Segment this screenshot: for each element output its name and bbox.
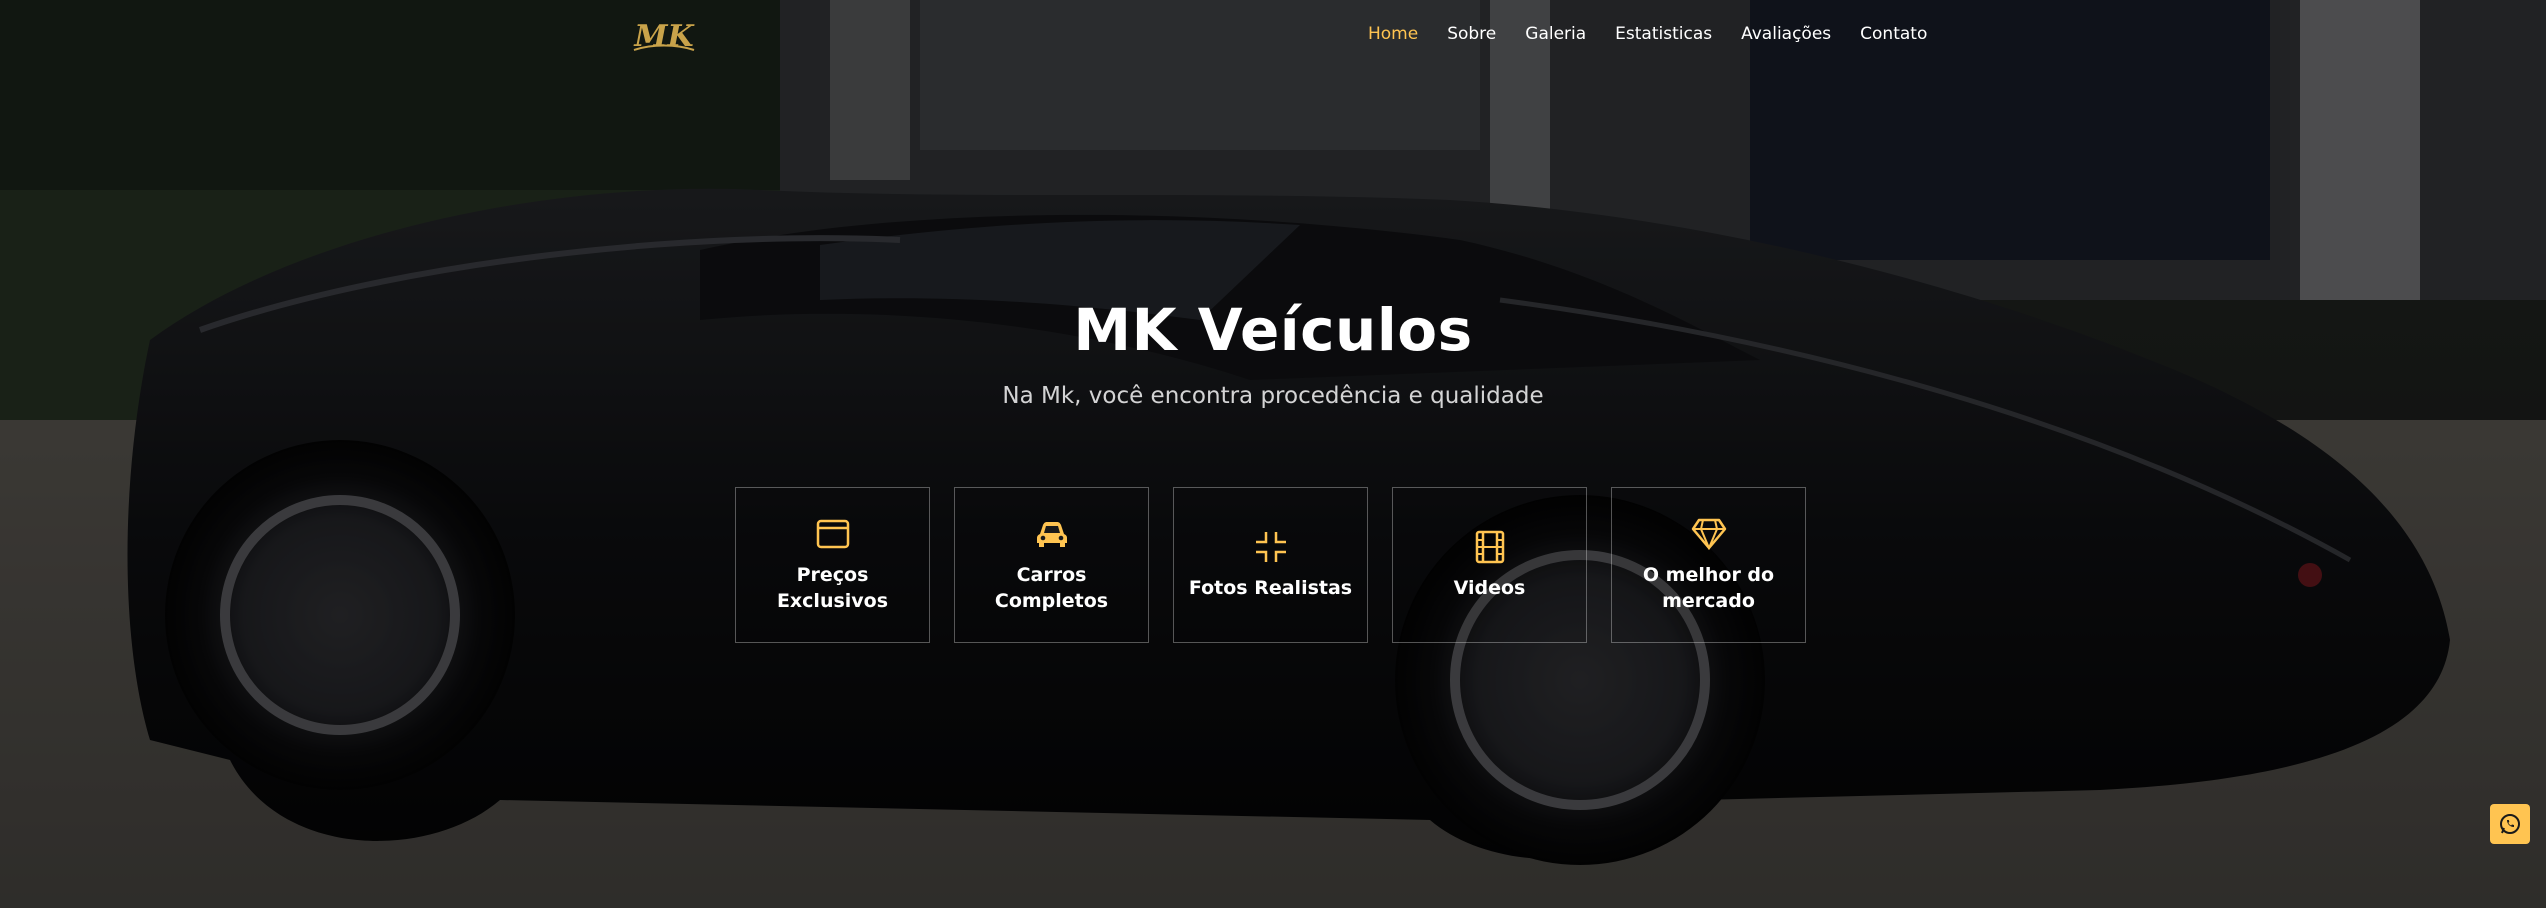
whatsapp-icon: [2500, 814, 2520, 834]
feature-box-carros[interactable]: Carros Completos: [954, 487, 1149, 643]
hero-subtitle: Na Mk, você encontra procedência e quali…: [1002, 383, 1544, 409]
hero-dark-overlay: [0, 0, 2546, 908]
feature-boxes: Preços Exclusivos Carros Completos Fotos…: [735, 487, 1806, 643]
hero-section: [0, 0, 2546, 908]
car-icon: [1034, 516, 1070, 552]
nav-sobre[interactable]: Sobre: [1447, 24, 1496, 44]
nav-galeria[interactable]: Galeria: [1525, 24, 1586, 44]
feature-label: O melhor do mercado: [1642, 564, 1775, 612]
mk-logo[interactable]: MK: [628, 14, 700, 58]
feature-label: Carros Completos: [994, 564, 1109, 612]
main-nav: Home Sobre Galeria Estatisticas Avaliaçõ…: [1368, 24, 1956, 44]
feature-label: Videos: [1453, 577, 1526, 599]
film-icon: [1472, 529, 1508, 565]
nav-estatisticas[interactable]: Estatisticas: [1615, 24, 1712, 44]
feature-box-videos[interactable]: Videos: [1392, 487, 1587, 643]
feature-label: Fotos Realistas: [1188, 577, 1353, 599]
feature-box-melhor[interactable]: O melhor do mercado: [1611, 487, 1806, 643]
feature-label: Preços Exclusivos: [776, 564, 889, 612]
nav-contato[interactable]: Contato: [1860, 24, 1927, 44]
nav-avaliacoes[interactable]: Avaliações: [1741, 24, 1831, 44]
browser-window-icon: [815, 516, 851, 552]
nav-home[interactable]: Home: [1368, 24, 1418, 44]
feature-box-fotos[interactable]: Fotos Realistas: [1173, 487, 1368, 643]
feature-box-precos[interactable]: Preços Exclusivos: [735, 487, 930, 643]
compress-icon: [1253, 529, 1289, 565]
hero-title: MK Veículos: [1073, 296, 1473, 364]
whatsapp-button[interactable]: [2490, 804, 2530, 844]
site-header: MK Home Sobre Galeria Estatisticas Avali…: [0, 0, 2546, 76]
diamond-icon: [1691, 516, 1727, 552]
logo-mark-icon: MK: [633, 19, 695, 54]
